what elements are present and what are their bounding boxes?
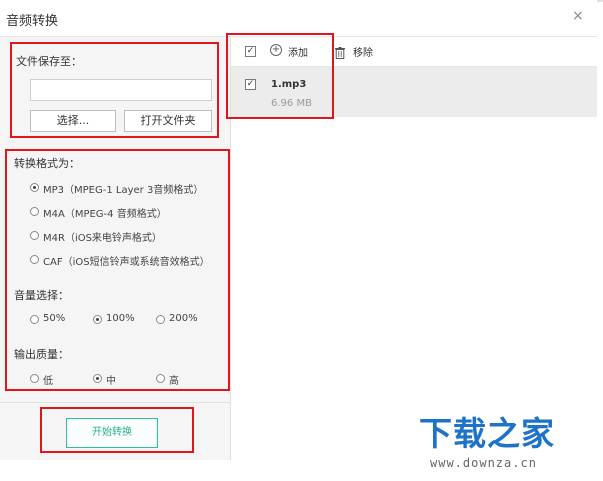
quality-option-low[interactable]: 低	[30, 372, 70, 387]
quality-option-label: 中	[106, 376, 116, 387]
quality-option-label: 高	[169, 376, 179, 387]
save-path-input[interactable]	[30, 79, 212, 101]
quality-option-medium[interactable]: 中	[93, 372, 133, 387]
open-folder-button[interactable]: 打开文件夹	[124, 110, 212, 132]
radio-icon[interactable]	[156, 315, 165, 324]
watermark-site: www.downza.cn	[430, 456, 537, 470]
file-list-highlight	[226, 33, 334, 119]
volume-option-label: 200%	[169, 313, 198, 324]
trash-icon	[335, 44, 345, 59]
format-option-label: MP3（MPEG-1 Layer 3音频格式）	[43, 185, 204, 196]
radio-icon[interactable]	[93, 374, 102, 383]
radio-icon[interactable]	[30, 183, 39, 192]
start-convert-button[interactable]: 开始转换	[66, 418, 158, 448]
title-bar	[0, 0, 597, 37]
volume-label: 音量选择：	[14, 289, 69, 302]
choose-folder-button[interactable]: 选择...	[30, 110, 116, 132]
format-option-caf[interactable]: CAF（iOS短信铃声或系统音效格式）	[30, 253, 225, 268]
format-option-mp3[interactable]: MP3（MPEG-1 Layer 3音频格式）	[30, 181, 220, 196]
volume-option-label: 100%	[106, 313, 135, 324]
radio-icon[interactable]	[30, 231, 39, 240]
radio-icon[interactable]	[30, 315, 39, 324]
save-location-label: 文件保存至：	[16, 55, 82, 68]
divider	[0, 402, 230, 403]
format-option-label: CAF（iOS短信铃声或系统音效格式）	[43, 257, 210, 268]
format-option-m4a[interactable]: M4A（MPEG-4 音频格式）	[30, 205, 220, 220]
radio-icon[interactable]	[30, 374, 39, 383]
quality-option-high[interactable]: 高	[156, 372, 196, 387]
quality-label: 输出质量：	[14, 348, 69, 361]
format-option-m4r[interactable]: M4R（iOS来电铃声格式）	[30, 229, 220, 244]
window-title: 音频转换	[6, 14, 59, 29]
radio-icon[interactable]	[156, 374, 165, 383]
volume-option-50[interactable]: 50%	[30, 313, 80, 327]
radio-icon[interactable]	[93, 315, 102, 324]
volume-option-100[interactable]: 100%	[93, 313, 143, 327]
remove-button[interactable]: 移除	[335, 43, 380, 59]
volume-option-200[interactable]: 200%	[156, 313, 206, 327]
radio-icon[interactable]	[30, 207, 39, 216]
volume-option-label: 50%	[43, 313, 66, 324]
format-label: 转换格式为：	[14, 157, 80, 170]
format-option-label: M4A（MPEG-4 音频格式）	[43, 209, 167, 220]
radio-icon[interactable]	[30, 255, 39, 264]
quality-option-label: 低	[43, 376, 53, 387]
close-icon[interactable]: ×	[572, 9, 584, 23]
format-option-label: M4R（iOS来电铃声格式）	[43, 233, 162, 244]
remove-label: 移除	[353, 48, 373, 59]
watermark-logo: 下载之家	[419, 414, 555, 453]
